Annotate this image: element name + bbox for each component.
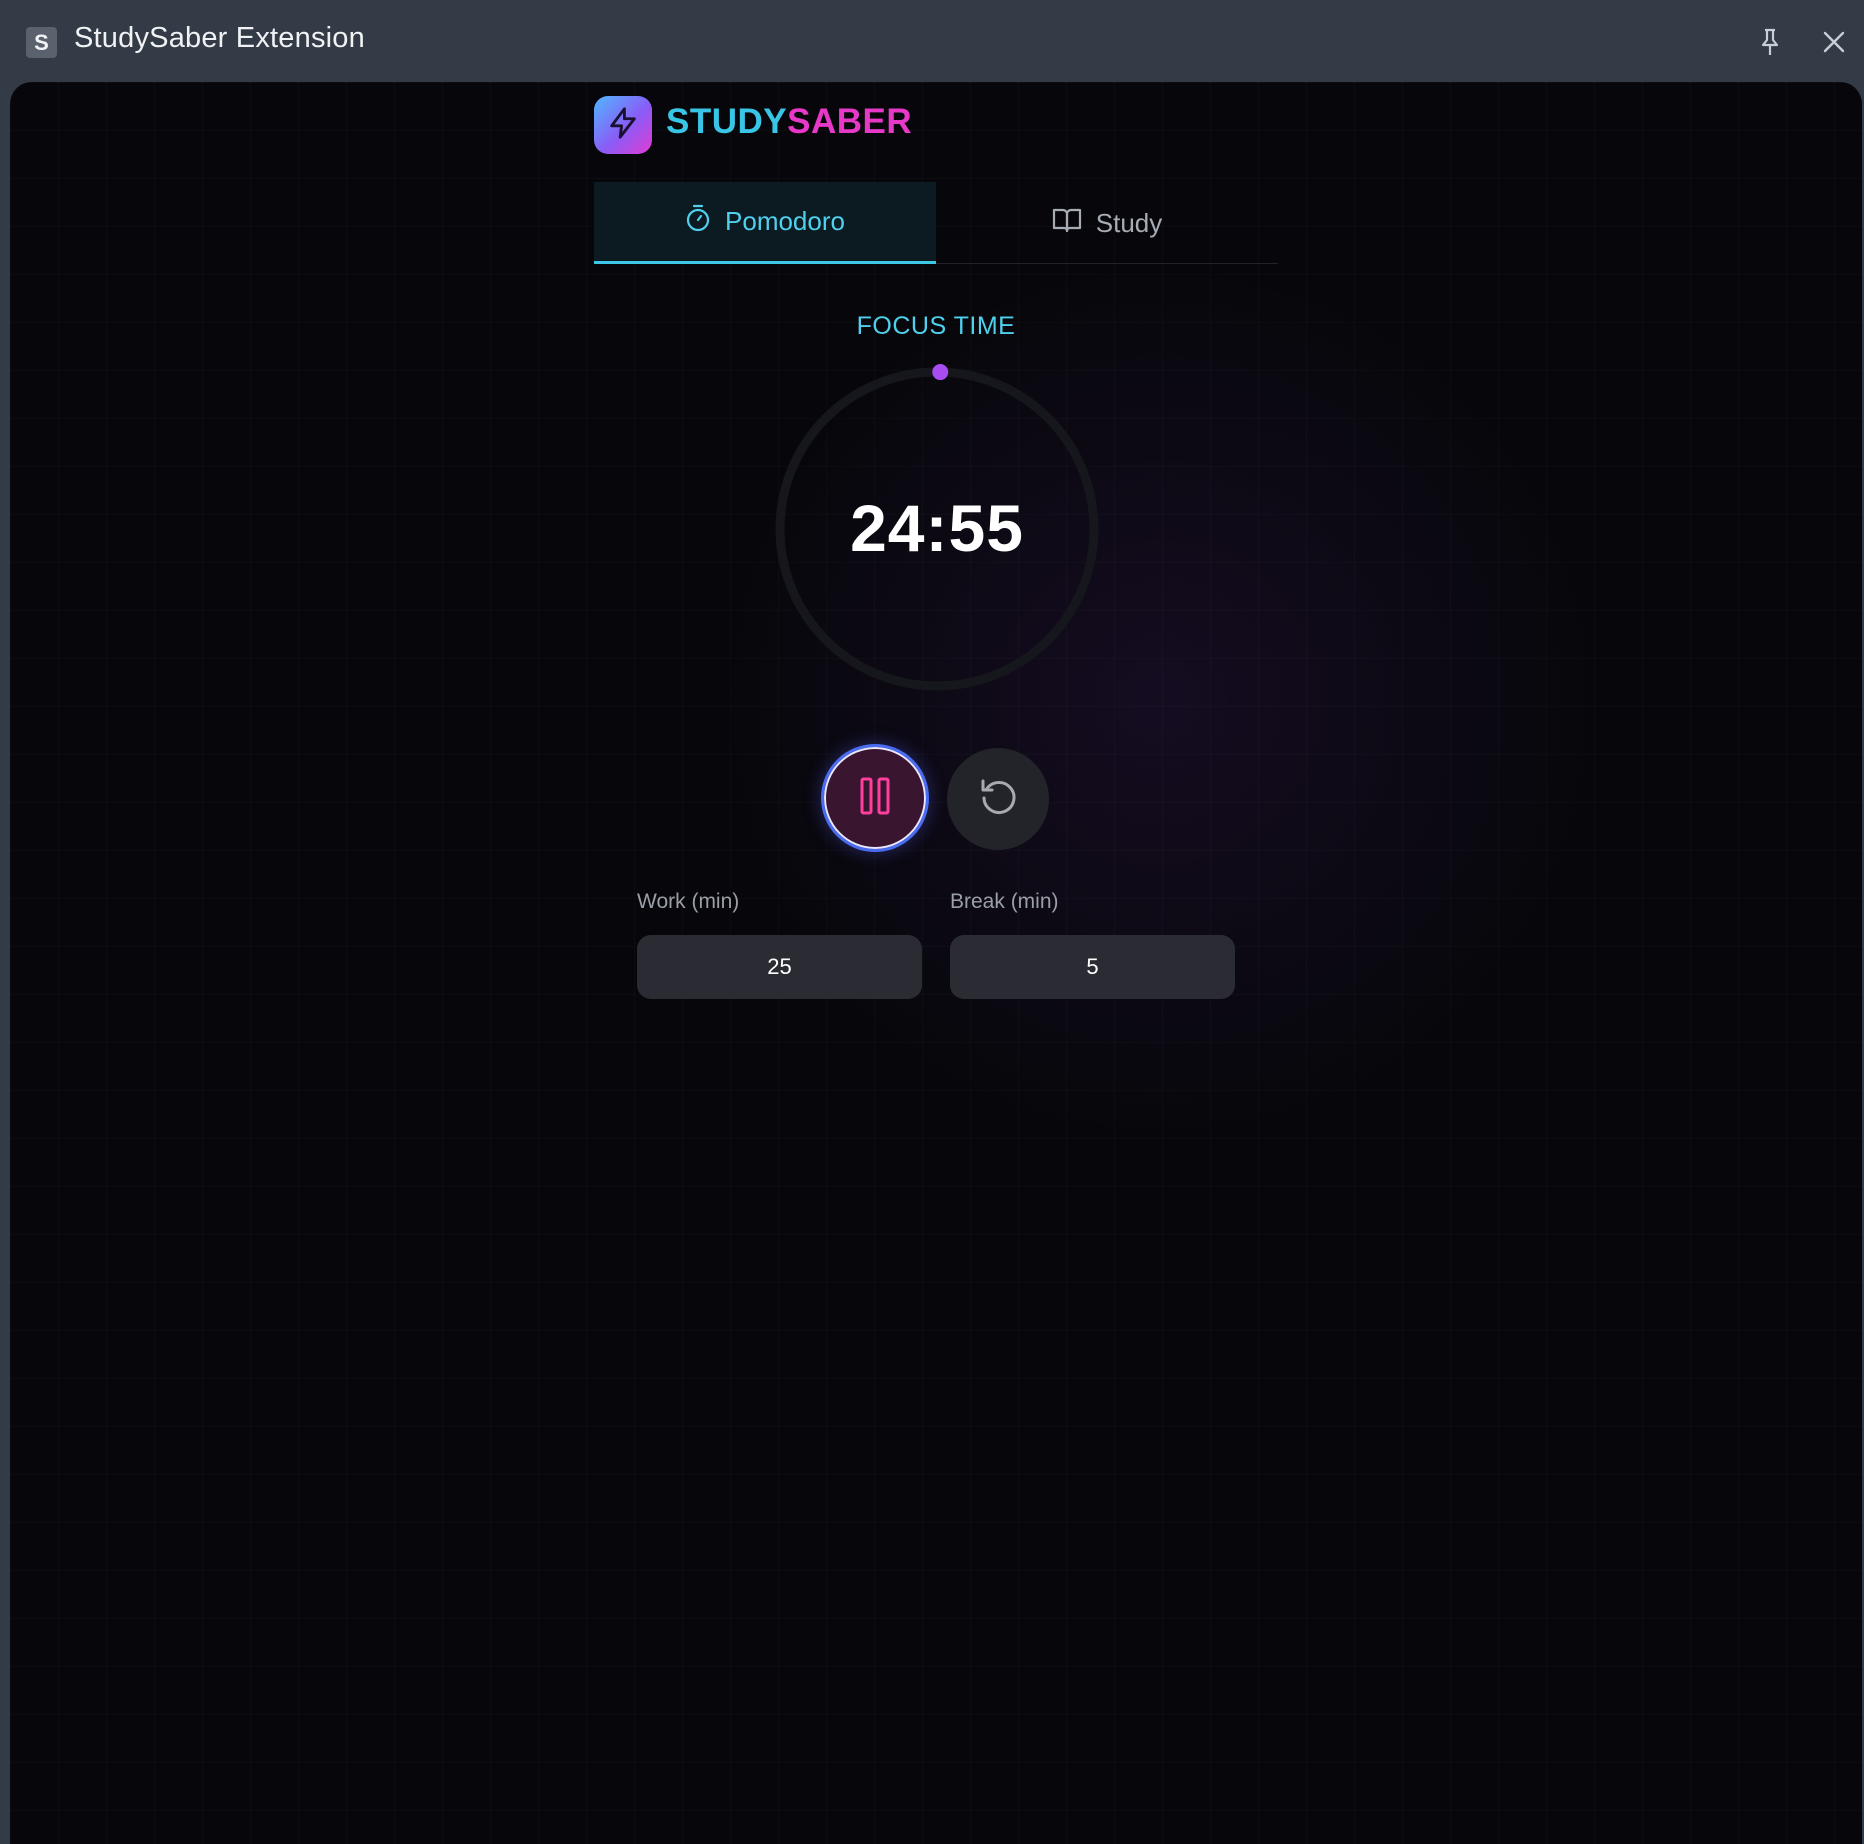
timer-display: 24:55 [850,491,1024,565]
app-badge-icon: S [26,27,57,58]
brand-logo [594,96,652,154]
brand-name-part2: SABER [787,102,913,141]
pause-button[interactable] [821,744,929,852]
break-duration-label: Break (min) [950,890,1059,913]
break-duration-input[interactable] [950,935,1235,999]
progress-ring: 24:55 [772,364,1102,694]
reset-icon [977,776,1019,823]
tab-study-label: Study [1095,207,1163,238]
tab-pomodoro-label: Pomodoro [725,206,845,236]
pause-icon [858,776,892,821]
tab-bar: Pomodoro Study [594,182,1278,264]
pin-icon [1757,27,1783,62]
brand-name-part1: STUDY [666,102,788,141]
close-icon [1822,30,1846,59]
brand-name: STUDYSABER [666,102,912,142]
stopwatch-icon [685,204,711,239]
reset-button[interactable] [947,748,1049,850]
progress-ring-indicator [932,364,949,381]
window-title: StudySaber Extension [74,22,365,54]
lightning-bolt-icon [606,106,640,145]
work-duration-label: Work (min) [637,890,740,913]
window-title-bar: S StudySaber Extension [0,0,1864,82]
timer-mode-label: FOCUS TIME [856,312,1016,340]
close-button[interactable] [1814,24,1854,64]
tab-pomodoro[interactable]: Pomodoro [594,182,936,264]
open-book-icon [1052,207,1082,240]
tab-study[interactable]: Study [936,182,1278,264]
pin-button[interactable] [1750,24,1790,64]
extension-panel: STUDYSABER Pomodoro Study FOCUS TIME 24:… [10,82,1862,1844]
work-duration-input[interactable] [637,935,922,999]
